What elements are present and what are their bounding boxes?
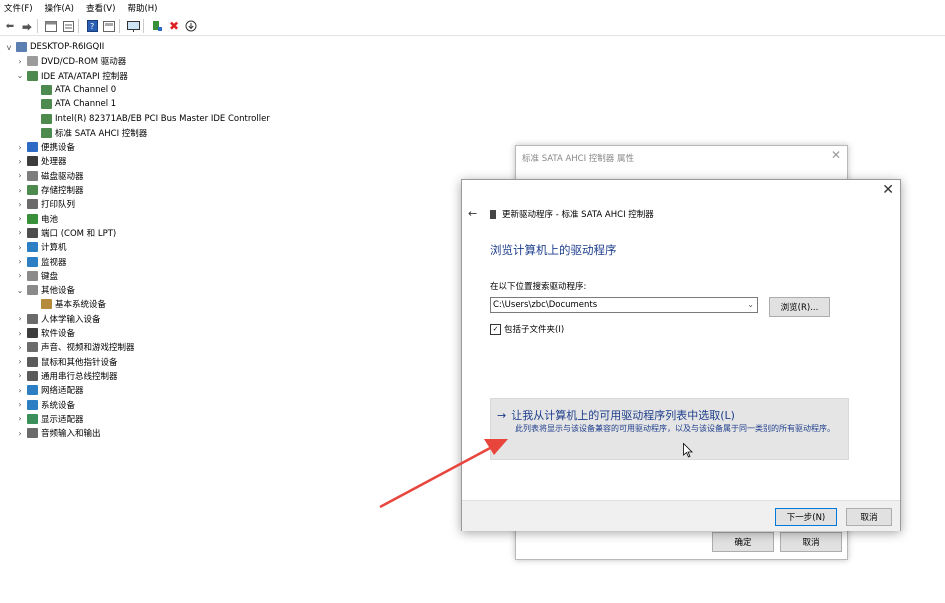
mouse-cursor-icon	[683, 443, 693, 458]
annotation-arrow-line	[379, 445, 493, 509]
annotation-arrow-head	[484, 439, 508, 455]
annotation-arrow-overlay	[379, 439, 508, 509]
